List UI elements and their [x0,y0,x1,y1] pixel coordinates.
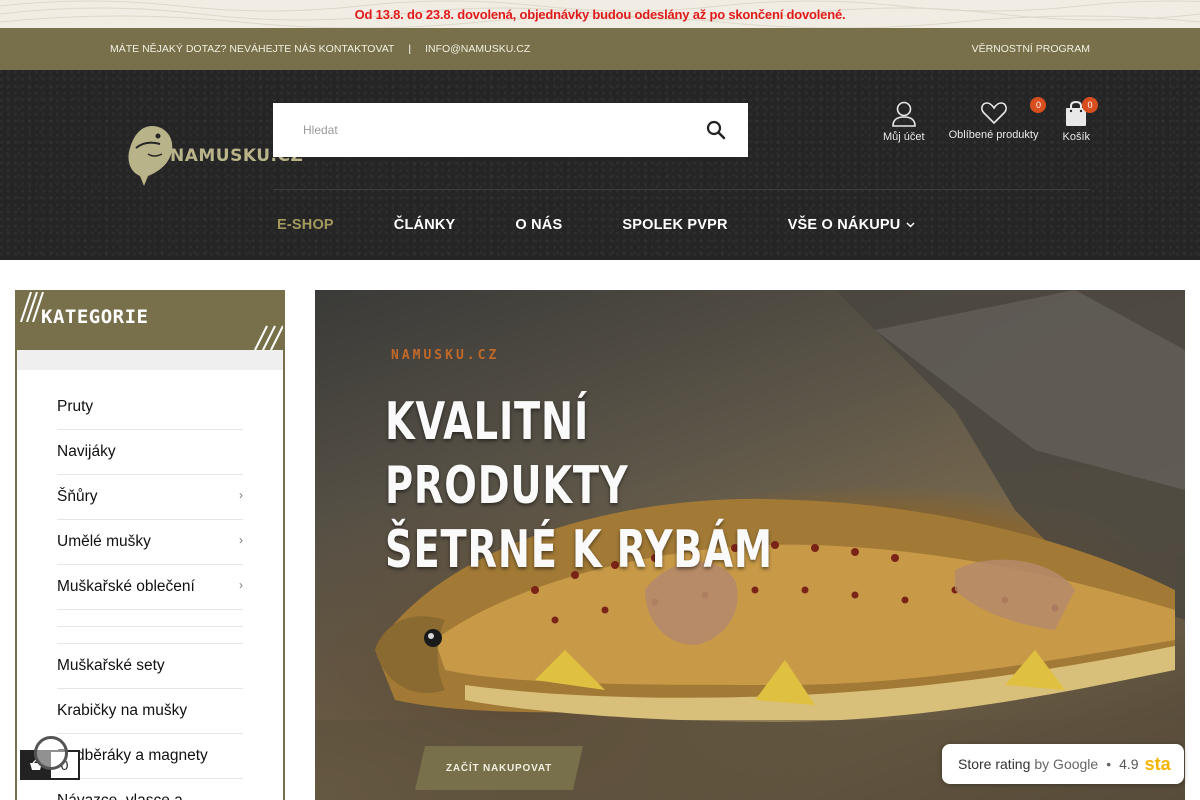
category-separator [57,627,243,644]
contact-separator: | [408,43,412,55]
vacation-notice: Od 13.8. do 23.8. dovolená, objednávky b… [354,6,846,22]
notice-bar: Od 13.8. do 23.8. dovolená, objednávky b… [0,0,1200,28]
chevron-right-icon[interactable]: › [239,488,243,502]
category-item-pruty[interactable]: Pruty [57,385,243,430]
hero-title-line-2: ŠETRNÉ K RYBÁM [385,520,773,580]
nav-about-label: O NÁS [515,217,563,233]
contact-bar: MÁTE NĚJAKÝ DOTAZ? NEVÁHEJTE NÁS KONTAKT… [0,28,1200,70]
main-nav: E-SHOP ČLÁNKY O NÁS SPOLEK PVPR VŠE O NÁ… [277,190,915,260]
contact-question: MÁTE NĚJAKÝ DOTAZ? NEVÁHEJTE NÁS KONTAKT… [110,43,395,55]
floating-mini-cart[interactable]: 0 [20,750,80,780]
favorites-button[interactable]: Oblíbené produkty 0 [948,97,1047,141]
hero-title: KVALITNÍ PRODUKTY ŠETRNÉ K RYBÁM [385,390,811,582]
category-label: Pruty [57,398,94,415]
category-label: Návazce, vlasce a [57,792,183,800]
rating-dot: • [1106,756,1112,772]
category-list: Pruty Navijáky Šňůry › Umělé mušky › Muška… [17,370,283,800]
category-label: Krabičky na mušky [57,702,188,719]
nav-spolek-pvpr[interactable]: SPOLEK PVPR [622,217,727,233]
user-icon [891,101,916,127]
favorites-count-badge: 0 [1030,97,1047,113]
favorites-label: Oblíbené produkty [948,129,1039,141]
nav-eshop[interactable]: E-SHOP [277,217,334,233]
contact-info: MÁTE NĚJAKÝ DOTAZ? NEVÁHEJTE NÁS KONTAKT… [110,28,530,70]
cart-count-badge: 0 [1082,97,1098,113]
mini-cart-count: 0 [50,752,78,778]
nav-about[interactable]: O NÁS [515,217,562,233]
sidebar-spacer [17,350,283,370]
category-item-muskarske-obleceni[interactable]: Muškařské oblečení › [57,565,243,610]
category-label: Muškařské sety [57,657,165,674]
nav-purchase-info[interactable]: VŠE O NÁKUPU [788,217,916,233]
contact-email-link[interactable]: INFO@NAMUSKU.CZ [425,43,530,55]
hero-banner: NAMUSKU.CZ KVALITNÍ PRODUKTY ŠETRNÉ K RY… [315,290,1185,800]
account-button[interactable]: Můj účet [883,100,925,143]
chevron-right-icon[interactable]: › [239,533,243,547]
category-label: Navijáky [57,443,116,460]
sidebar-title: KATEGORIE [41,306,149,328]
category-label: Šňůry [57,488,98,505]
cart-button[interactable]: Košík 0 [1062,97,1098,143]
sidebar-header: KATEGORIE [17,292,283,350]
nav-purchase-label: VŠE O NÁKUPU [787,217,901,233]
site-logo[interactable]: NAMUSKU.CZ [122,118,303,190]
store-rating-widget[interactable]: Store rating by Google • 4.9 sta [942,744,1184,784]
rating-stars: sta [1144,753,1171,774]
category-item-podberaky[interactable]: Podběráky a magnety [57,734,243,779]
loyalty-program-link[interactable]: VĚRNOSTNÍ PROGRAM [972,28,1090,70]
nav-articles[interactable]: ČLÁNKY [394,217,456,233]
basket-icon [22,752,51,778]
rating-source: by Google [1034,756,1099,772]
hero-brand: NAMUSKU.CZ [391,348,500,363]
category-item-navijaky[interactable]: Navijáky [57,430,243,475]
nav-eshop-label: E-SHOP [277,217,334,233]
chevron-right-icon[interactable]: › [239,578,243,592]
category-label: Umělé mušky [57,533,151,550]
search-button[interactable] [704,118,728,142]
chevron-down-icon [906,222,915,228]
start-shopping-button[interactable]: ZAČÍT NAKUPOVAT [415,746,583,790]
heart-icon [980,102,1007,125]
header-actions: Můj účet Oblíbené produkty 0 Košík 0 [883,97,1098,160]
search-icon [706,120,726,140]
search-box [273,103,748,157]
rating-score: 4.9 [1119,756,1139,772]
category-item-snury[interactable]: Šňůry › [57,475,243,520]
rating-label: Store rating [958,756,1031,772]
category-sidebar: KATEGORIE Pruty Navijáky Šňůry › Umělé mu… [15,290,285,800]
hero-title-line-1: KVALITNÍ PRODUKTY [385,392,629,516]
category-item-krabicky[interactable]: Krabičky na mušky [57,689,243,734]
account-label: Můj účet [883,131,925,143]
category-separator [57,610,243,627]
cart-label: Košík [1062,131,1090,143]
nav-articles-label: ČLÁNKY [393,217,456,233]
category-item-umele-musky[interactable]: Umělé mušky › [57,520,243,565]
category-label: Muškařské oblečení [57,578,195,595]
search-input[interactable] [303,115,683,145]
category-item-muskarske-sety[interactable]: Muškařské sety [57,644,243,689]
nav-spolek-label: SPOLEK PVPR [622,217,728,233]
site-header: NAMUSKU.CZ Můj účet Oblíbené produkty 0 [0,70,1200,260]
decorative-stripes [254,325,283,350]
category-item-navazce[interactable]: Návazce, vlasce a [57,779,243,800]
